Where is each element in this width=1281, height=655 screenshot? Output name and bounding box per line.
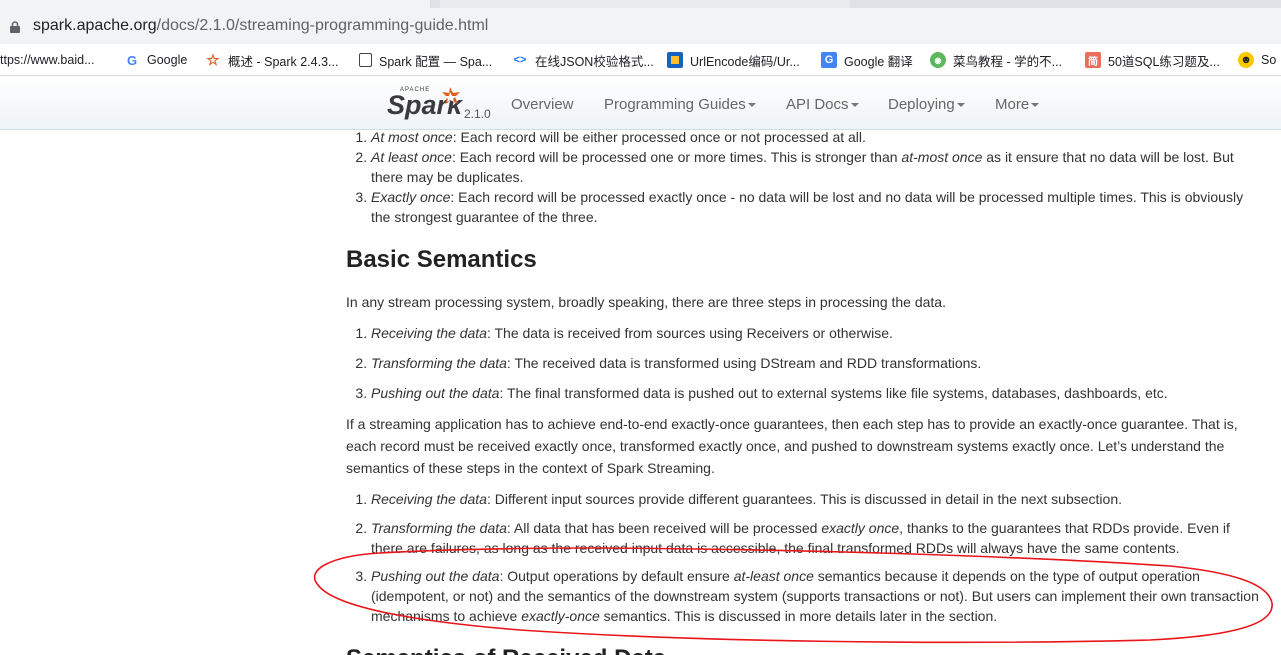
bookmark-runoob[interactable]: ◉ 菜鸟教程 - 学的不... xyxy=(930,51,1062,69)
list-emphasis: exactly-once xyxy=(521,608,600,624)
logo-version: 2.1.0 xyxy=(464,107,491,121)
bookmark-label: 菜鸟教程 - 学的不... xyxy=(953,54,1063,69)
nav-label: Deploying xyxy=(888,96,955,113)
guarantee-types-list: At most once: Each record will be either… xyxy=(346,127,1261,227)
nav-deploying[interactable]: Deploying xyxy=(888,96,965,113)
bookmark-sql[interactable]: 简 50道SQL练习题及... xyxy=(1085,51,1220,69)
bookmark-label: Google xyxy=(147,53,188,67)
list-text: : Each record will be processed exactly … xyxy=(371,189,1244,225)
url-path: /docs/2.1.0/streaming-programming-guide.… xyxy=(156,17,489,34)
list-item: Receiving the data: The data is received… xyxy=(371,322,1261,344)
nav-label: More xyxy=(995,96,1030,113)
list-item: Exactly once: Each record will be proces… xyxy=(371,187,1261,227)
nav-api-docs[interactable]: API Docs xyxy=(786,96,859,113)
bookmark-label: 在线JSON校验格式... xyxy=(535,54,654,69)
list-term: Receiving the data xyxy=(371,325,487,341)
bookmark-so[interactable]: ☻ So xyxy=(1238,51,1276,69)
steps-list: Receiving the data: The data is received… xyxy=(346,322,1261,412)
nav-programming-guides[interactable]: Programming Guides xyxy=(604,96,756,113)
bookmark-label: 概述 - Spark 2.4.3... xyxy=(228,54,339,69)
bookmark-label: Spark 配置 — Spa... xyxy=(379,54,493,69)
bookmark-label: 50道SQL练习题及... xyxy=(1108,54,1220,69)
list-emphasis: exactly once xyxy=(821,520,900,536)
bookmark-spark-config[interactable]: Spark 配置 — Spa... xyxy=(359,51,492,69)
nav-label: Programming Guides xyxy=(604,96,746,113)
jianshu-icon: 简 xyxy=(1085,52,1101,68)
nav-more[interactable]: More xyxy=(995,96,1040,113)
list-text: : Each record will be processed one or m… xyxy=(451,149,902,165)
list-item: Transforming the data: All data that has… xyxy=(371,518,1261,558)
translate-icon: G xyxy=(821,52,837,68)
list-item: Receiving the data: Different input sour… xyxy=(371,488,1261,510)
list-item: At most once: Each record will be either… xyxy=(371,127,1261,147)
list-term: Transforming the data xyxy=(371,355,507,371)
address-bar[interactable]: spark.apache.org/docs/2.1.0/streaming-pr… xyxy=(0,8,1281,44)
list-term: Pushing out the data xyxy=(371,385,500,401)
list-item-highlighted: Pushing out the data: Output operations … xyxy=(371,566,1261,626)
runoob-icon: ◉ xyxy=(930,52,946,68)
list-term: Transforming the data xyxy=(371,520,507,536)
bookmark-label: So xyxy=(1261,53,1277,67)
list-text: : Each record will be either processed o… xyxy=(452,129,866,145)
google-icon: G xyxy=(126,52,138,68)
caret-down-icon xyxy=(747,103,756,108)
bookmark-label: Google 翻译 xyxy=(844,54,913,69)
smiley-icon: ☻ xyxy=(1238,52,1254,68)
active-tab[interactable] xyxy=(0,0,430,8)
site-navbar: APACHE Spark 2.1.0 Overview Programming … xyxy=(0,77,1281,130)
list-text: : The final transformed data is pushed o… xyxy=(499,385,1168,401)
caret-down-icon xyxy=(850,103,859,108)
list-text: : All data that has been received will b… xyxy=(506,520,822,536)
list-text: : The received data is transformed using… xyxy=(506,355,982,371)
list-text: semantics. This is discussed in more det… xyxy=(599,608,998,624)
spark-logo[interactable]: APACHE Spark 2.1.0 xyxy=(386,81,496,127)
tab-strip xyxy=(0,0,1281,8)
list-item: Transforming the data: The received data… xyxy=(371,352,1261,374)
spark-icon: ☆ xyxy=(206,52,220,69)
bookmark-label: UrlEncode编码/Ur... xyxy=(690,54,800,69)
urlencode-icon xyxy=(667,52,683,68)
caret-down-icon xyxy=(1031,103,1040,108)
intro-text: In any stream processing system, broadly… xyxy=(346,294,946,310)
guarantees-list: Receiving the data: Different input sour… xyxy=(346,488,1261,634)
bookmark-json[interactable]: <> 在线JSON校验格式... xyxy=(512,51,654,69)
list-emphasis: at-most once xyxy=(901,149,983,165)
list-term: At most once xyxy=(371,129,453,145)
paragraph-text: If a streaming application has to achiev… xyxy=(346,416,1238,476)
bookmark-label: ttps://www.baid... xyxy=(0,53,95,67)
bookmarks-bar: ttps://www.baid... G Google ☆ 概述 - Spark… xyxy=(0,44,1281,76)
list-term: Exactly once xyxy=(371,189,451,205)
bookmark-baidu[interactable]: ttps://www.baid... xyxy=(0,51,94,69)
bookmark-google-translate[interactable]: G Google 翻译 xyxy=(821,51,913,69)
url-host: spark.apache.org xyxy=(33,17,157,34)
nav-overview[interactable]: Overview xyxy=(511,96,574,113)
list-term: Pushing out the data xyxy=(371,568,500,584)
bookmark-urlencode[interactable]: UrlEncode编码/Ur... xyxy=(667,51,800,69)
bookmark-google[interactable]: G Google xyxy=(124,51,187,69)
intro-paragraph: In any stream processing system, broadly… xyxy=(346,291,1261,313)
nav-label: Overview xyxy=(511,96,574,113)
nav-label: API Docs xyxy=(786,96,849,113)
next-section-heading: Semantics of Received Data xyxy=(346,644,1261,655)
page-icon xyxy=(359,53,372,67)
list-text: : The data is received from sources usin… xyxy=(486,325,893,341)
lock-icon xyxy=(10,21,20,33)
browser-tab[interactable] xyxy=(440,0,850,8)
list-text: : Different input sources provide differ… xyxy=(486,491,1122,507)
list-item: At least once: Each record will be proce… xyxy=(371,147,1261,187)
section-heading: Basic Semantics xyxy=(346,246,537,273)
list-text: : Output operations by default ensure xyxy=(499,568,734,584)
json-icon: <> xyxy=(513,54,527,66)
list-item: Pushing out the data: The final transfor… xyxy=(371,382,1261,404)
list-emphasis: at-least once xyxy=(733,568,814,584)
list-term: At least once xyxy=(371,149,452,165)
bookmark-spark-overview[interactable]: ☆ 概述 - Spark 2.4.3... xyxy=(205,51,338,69)
guarantees-paragraph: If a streaming application has to achiev… xyxy=(346,413,1261,479)
caret-down-icon xyxy=(956,103,965,108)
url-text[interactable]: spark.apache.org/docs/2.1.0/streaming-pr… xyxy=(33,17,488,35)
list-term: Receiving the data xyxy=(371,491,487,507)
